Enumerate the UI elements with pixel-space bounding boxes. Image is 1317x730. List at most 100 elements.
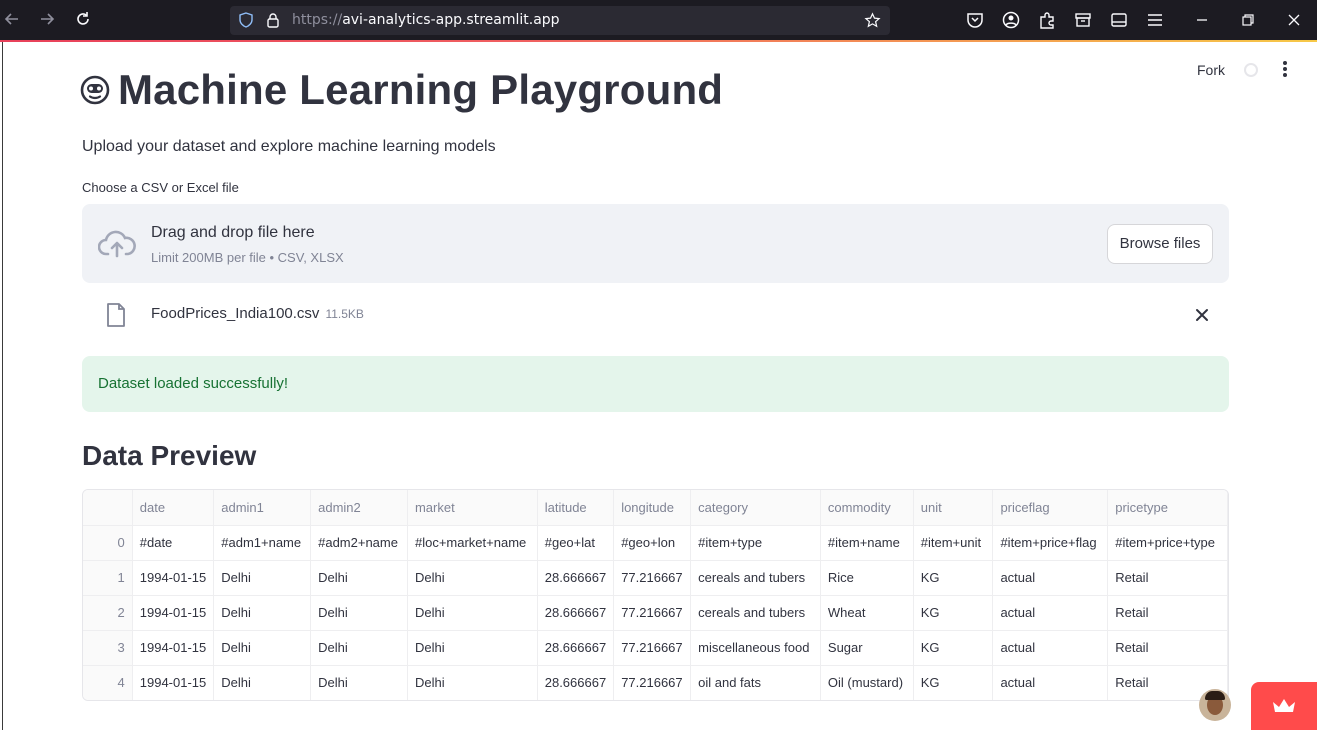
reload-icon[interactable] xyxy=(73,10,93,30)
puzzle-icon[interactable] xyxy=(1038,11,1056,29)
file-dropzone[interactable]: Drag and drop file here Limit 200MB per … xyxy=(82,204,1229,283)
table-cell[interactable]: #item+price+type xyxy=(1107,525,1228,561)
table-cell[interactable]: 1994-01-15 xyxy=(132,560,215,596)
table-cell[interactable]: #item+type xyxy=(690,525,821,561)
avatar[interactable] xyxy=(1199,689,1231,721)
star-icon[interactable] xyxy=(864,12,881,29)
table-cell[interactable]: Retail xyxy=(1107,595,1228,631)
minimize-icon[interactable] xyxy=(1193,11,1211,29)
table-cell[interactable]: #geo+lon xyxy=(613,525,692,561)
table-cell[interactable]: actual xyxy=(992,595,1109,631)
back-arrow-icon[interactable] xyxy=(2,10,22,30)
column-header[interactable]: commodity xyxy=(820,490,914,526)
table-cell[interactable]: #item+unit xyxy=(913,525,994,561)
table-cell[interactable]: Rice xyxy=(820,560,914,596)
table-cell[interactable]: #geo+lat xyxy=(537,525,615,561)
table-cell[interactable]: Delhi xyxy=(407,560,538,596)
table-cell[interactable]: 1994-01-15 xyxy=(132,630,215,666)
table-cell[interactable]: KG xyxy=(913,560,994,596)
column-header[interactable]: date xyxy=(132,490,215,526)
column-header[interactable]: longitude xyxy=(613,490,692,526)
forward-arrow-icon[interactable] xyxy=(37,10,57,30)
column-header[interactable]: unit xyxy=(913,490,994,526)
table-cell[interactable]: Delhi xyxy=(213,665,312,700)
main-menu-icon[interactable] xyxy=(1278,60,1292,80)
table-cell[interactable]: #adm2+name xyxy=(310,525,408,561)
column-header[interactable]: category xyxy=(690,490,821,526)
row-index[interactable]: 0 xyxy=(83,525,133,561)
table-cell[interactable]: cereals and tubers xyxy=(690,595,821,631)
table-cell[interactable]: Delhi xyxy=(310,560,408,596)
close-icon[interactable] xyxy=(1195,308,1209,322)
crown-icon xyxy=(1273,699,1295,712)
table-cell[interactable]: actual xyxy=(992,665,1109,700)
table-cell[interactable]: Wheat xyxy=(820,595,914,631)
browse-files-button[interactable]: Browse files xyxy=(1107,224,1213,264)
account-icon[interactable] xyxy=(1002,11,1020,29)
table-cell[interactable]: #loc+market+name xyxy=(407,525,538,561)
table-cell[interactable]: 28.666667 xyxy=(537,560,615,596)
column-header[interactable] xyxy=(83,490,133,526)
row-index[interactable]: 4 xyxy=(83,665,133,700)
table-cell[interactable]: Retail xyxy=(1107,560,1228,596)
streamlit-badge[interactable] xyxy=(1251,682,1317,730)
table-cell[interactable]: #item+price+flag xyxy=(992,525,1109,561)
table-cell[interactable]: 77.216667 xyxy=(613,665,692,700)
row-index[interactable]: 2 xyxy=(83,595,133,631)
table-cell[interactable]: Delhi xyxy=(213,560,312,596)
restore-icon[interactable] xyxy=(1239,11,1257,29)
table-cell[interactable]: Delhi xyxy=(213,595,312,631)
row-index[interactable]: 1 xyxy=(83,560,133,596)
table-cell[interactable]: 77.216667 xyxy=(613,560,692,596)
table-cell[interactable]: Delhi xyxy=(310,665,408,700)
file-name-text: FoodPrices_India100.csv xyxy=(151,305,320,322)
table-cell[interactable]: cereals and tubers xyxy=(690,560,821,596)
table-cell[interactable]: 28.666667 xyxy=(537,665,615,700)
table-cell[interactable]: Delhi xyxy=(310,630,408,666)
table-cell[interactable]: KG xyxy=(913,595,994,631)
address-bar[interactable]: https://avi-analytics-app.streamlit.app xyxy=(230,6,890,35)
table-cell[interactable]: Sugar xyxy=(820,630,914,666)
data-preview-table[interactable]: date admin1 admin2 market latitude longi… xyxy=(82,489,1229,701)
column-header[interactable]: pricetype xyxy=(1107,490,1228,526)
table-cell[interactable]: Delhi xyxy=(213,630,312,666)
table-cell[interactable]: #item+name xyxy=(820,525,914,561)
column-header[interactable]: admin1 xyxy=(213,490,312,526)
table-cell[interactable]: actual xyxy=(992,630,1109,666)
column-header[interactable]: latitude xyxy=(537,490,615,526)
table-cell[interactable]: actual xyxy=(992,560,1109,596)
table-cell[interactable]: 1994-01-15 xyxy=(132,665,215,700)
table-cell[interactable]: KG xyxy=(913,665,994,700)
table-cell[interactable]: 77.216667 xyxy=(613,595,692,631)
row-index[interactable]: 3 xyxy=(83,630,133,666)
table-cell[interactable]: Delhi xyxy=(407,595,538,631)
table-cell[interactable]: Delhi xyxy=(310,595,408,631)
column-header[interactable]: market xyxy=(407,490,538,526)
table-row: 3 1994-01-15 Delhi Delhi Delhi 28.666667… xyxy=(83,630,1228,666)
table-cell[interactable]: 77.216667 xyxy=(613,630,692,666)
table-cell[interactable]: Oil (mustard) xyxy=(820,665,914,700)
lock-icon[interactable] xyxy=(265,12,281,28)
table-cell[interactable]: Retail xyxy=(1107,630,1228,666)
shield-icon[interactable] xyxy=(238,12,254,28)
table-cell[interactable]: oil and fats xyxy=(690,665,821,700)
table-cell[interactable]: 28.666667 xyxy=(537,630,615,666)
sidebar-icon[interactable] xyxy=(1110,11,1128,29)
table-cell[interactable]: 28.666667 xyxy=(537,595,615,631)
table-cell[interactable]: Delhi xyxy=(407,630,538,666)
window-close-icon[interactable] xyxy=(1285,11,1303,29)
table-cell[interactable]: 1994-01-15 xyxy=(132,595,215,631)
container-icon[interactable] xyxy=(1074,11,1092,29)
table-cell[interactable]: #date xyxy=(132,525,215,561)
hamburger-icon[interactable] xyxy=(1146,11,1164,29)
table-cell[interactable]: miscellaneous food xyxy=(690,630,821,666)
pocket-icon[interactable] xyxy=(966,11,984,29)
file-icon xyxy=(107,303,125,327)
table-cell[interactable]: #adm1+name xyxy=(213,525,312,561)
column-header[interactable]: priceflag xyxy=(992,490,1109,526)
column-header[interactable]: admin2 xyxy=(310,490,408,526)
table-cell[interactable]: KG xyxy=(913,630,994,666)
table-cell[interactable]: Delhi xyxy=(407,665,538,700)
page-title-text: Machine Learning Playground xyxy=(118,66,724,113)
fork-button[interactable]: Fork xyxy=(1197,62,1225,78)
